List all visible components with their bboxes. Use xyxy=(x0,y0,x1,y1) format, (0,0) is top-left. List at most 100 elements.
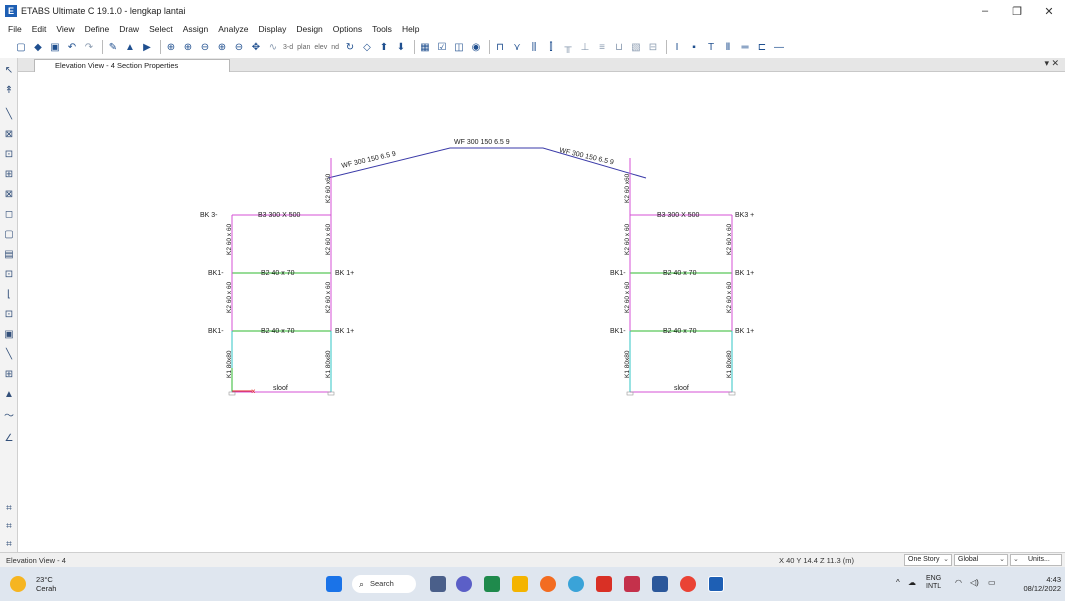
file-explorer-icon[interactable] xyxy=(512,576,528,592)
tab-close-controls[interactable]: ▾ ✕ xyxy=(1044,58,1059,69)
autocad-icon[interactable] xyxy=(624,576,640,592)
draw-point-icon[interactable]: ▲ xyxy=(3,388,15,401)
draw-cross-brace-icon[interactable]: ⊠ xyxy=(3,188,15,201)
chevron-up-icon[interactable]: ^ xyxy=(896,578,900,587)
battery-icon[interactable]: ▭ xyxy=(988,578,996,587)
rotate-icon[interactable]: ↻ xyxy=(343,40,357,54)
column-icon[interactable]: ⫼ xyxy=(527,40,541,54)
close-button[interactable]: ✕ xyxy=(1033,0,1065,22)
draw-curve-icon[interactable]: 〜 xyxy=(3,408,15,422)
chrome-icon[interactable] xyxy=(680,576,696,592)
wall-icon[interactable]: ⫿ xyxy=(544,40,558,54)
undo-icon[interactable]: ↶ xyxy=(65,40,79,54)
pan-icon[interactable]: ✥ xyxy=(249,40,263,54)
etabs-taskbar-icon[interactable] xyxy=(708,576,724,592)
section-tee-icon[interactable]: T xyxy=(704,40,718,54)
save-icon[interactable]: ▣ xyxy=(48,40,62,54)
move-down-icon[interactable]: ⬇ xyxy=(394,40,408,54)
zoom-out-icon[interactable]: ⊖ xyxy=(198,40,212,54)
pencil-icon[interactable]: ✎ xyxy=(106,40,120,54)
wifi-icon[interactable]: ◠ xyxy=(955,578,962,587)
section-i-icon[interactable]: I xyxy=(670,40,684,54)
menu-display[interactable]: Display xyxy=(258,24,286,34)
area-icon[interactable]: ▧ xyxy=(629,40,643,54)
menu-draw[interactable]: Draw xyxy=(119,24,139,34)
story-mode-dropdown[interactable]: One Story ⌄ xyxy=(904,554,952,566)
draw-grid-icon[interactable]: ⊞ xyxy=(3,368,15,381)
link-icon[interactable]: ⊟ xyxy=(646,40,660,54)
zoom-previous-icon[interactable]: ⊖ xyxy=(232,40,246,54)
volume-icon[interactable]: ◁) xyxy=(970,578,979,587)
rubber-band-icon[interactable]: ∿ xyxy=(266,40,280,54)
units-button[interactable]: ⌄ Units... xyxy=(1010,554,1062,566)
minimize-button[interactable]: – xyxy=(969,0,1001,22)
draw-link-icon[interactable]: ⌊ xyxy=(3,288,15,301)
menu-help[interactable]: Help xyxy=(402,24,419,34)
view-nd-button[interactable]: nd xyxy=(331,44,339,51)
draw-wall-icon[interactable]: ▤ xyxy=(3,248,15,261)
input-language[interactable]: ENG INTL xyxy=(926,575,941,591)
draw-brace-icon[interactable]: ⊠ xyxy=(3,128,15,141)
weather-sun-icon[interactable] xyxy=(10,576,26,592)
firefox-icon[interactable] xyxy=(540,576,556,592)
brace-icon[interactable]: ⋎ xyxy=(510,40,524,54)
elevation-drawing[interactable]: WF 300 150 6.5 9 WF 300 150 6.5 9 WF 300… xyxy=(18,72,1065,552)
snap-points-icon[interactable]: ⌗ xyxy=(3,520,15,533)
section-double-icon[interactable]: Ⅱ xyxy=(721,40,735,54)
slab-icon[interactable]: ≡ xyxy=(595,40,609,54)
onedrive-cloud-icon[interactable]: ☁ xyxy=(908,578,916,587)
grid-icon[interactable]: ▦ xyxy=(418,40,432,54)
excel-icon[interactable] xyxy=(484,576,500,592)
taskbar-search[interactable]: ⌕ Search xyxy=(352,575,416,593)
snap-icon[interactable]: ⌗ xyxy=(3,502,15,515)
word-icon[interactable] xyxy=(652,576,668,592)
menu-analyze[interactable]: Analyze xyxy=(218,24,248,34)
draw-area-icon[interactable]: ▢ xyxy=(3,228,15,241)
zoom-window-icon[interactable]: ⊕ xyxy=(164,40,178,54)
menu-design[interactable]: Design xyxy=(296,24,322,34)
move-up-icon[interactable]: ⬆ xyxy=(377,40,391,54)
line-style-icon[interactable]: ═ xyxy=(738,40,752,54)
chat-icon[interactable] xyxy=(456,576,472,592)
menu-assign[interactable]: Assign xyxy=(183,24,209,34)
menu-define[interactable]: Define xyxy=(85,24,110,34)
menu-view[interactable]: View xyxy=(56,24,74,34)
section-channel-icon[interactable]: ⊏ xyxy=(755,40,769,54)
menu-options[interactable]: Options xyxy=(333,24,362,34)
acrobat-icon[interactable] xyxy=(596,576,612,592)
windows-start-icon[interactable] xyxy=(326,576,342,592)
draw-beam-icon[interactable]: ⊞ xyxy=(3,168,15,181)
settings-icon[interactable] xyxy=(568,576,584,592)
draw-tendon-icon[interactable]: ▣ xyxy=(3,328,15,341)
frame-icon[interactable]: ⊓ xyxy=(493,40,507,54)
line-weight-icon[interactable]: — xyxy=(772,40,786,54)
draw-frame-icon[interactable]: ╲ xyxy=(3,108,15,121)
coordinate-system-dropdown[interactable]: Global ⌄ xyxy=(954,554,1008,566)
system-clock[interactable]: 4:43 08/12/2022 xyxy=(1009,575,1061,593)
draw-angle-icon[interactable]: ∠ xyxy=(3,432,15,445)
open-icon[interactable]: ◆ xyxy=(31,40,45,54)
redo-icon[interactable]: ↷ xyxy=(82,40,96,54)
tab-elevation-view[interactable]: Elevation View - 4 Section Properties xyxy=(34,59,230,72)
model-canvas[interactable]: WF 300 150 6.5 9 WF 300 150 6.5 9 WF 300… xyxy=(18,72,1065,552)
select-pointer-icon[interactable]: ↖ xyxy=(3,64,15,77)
beam-icon[interactable]: ╥ xyxy=(561,40,575,54)
view-elevation-button[interactable]: elev xyxy=(314,44,327,51)
display-options-icon[interactable]: ◫ xyxy=(452,40,466,54)
menu-tools[interactable]: Tools xyxy=(372,24,392,34)
draw-section-cut-icon[interactable]: ⊡ xyxy=(3,308,15,321)
perspective-icon[interactable]: ◇ xyxy=(360,40,374,54)
zoom-full-icon[interactable]: ⊕ xyxy=(215,40,229,54)
menu-select[interactable]: Select xyxy=(149,24,173,34)
deck-icon[interactable]: ⊔ xyxy=(612,40,626,54)
draw-floor-icon[interactable]: ◻ xyxy=(3,208,15,221)
menu-edit[interactable]: Edit xyxy=(32,24,47,34)
support-icon[interactable]: ⊥ xyxy=(578,40,592,54)
draw-opening-icon[interactable]: ⊡ xyxy=(3,268,15,281)
show-deformed-icon[interactable]: ◉ xyxy=(469,40,483,54)
view-plan-button[interactable]: plan xyxy=(297,44,310,51)
restore-button[interactable]: ❐ xyxy=(1001,0,1033,22)
snap-lines-icon[interactable]: ⌗ xyxy=(3,538,15,551)
quick-draw-icon[interactable]: ⊡ xyxy=(3,148,15,161)
section-box-icon[interactable]: ▪ xyxy=(687,40,701,54)
